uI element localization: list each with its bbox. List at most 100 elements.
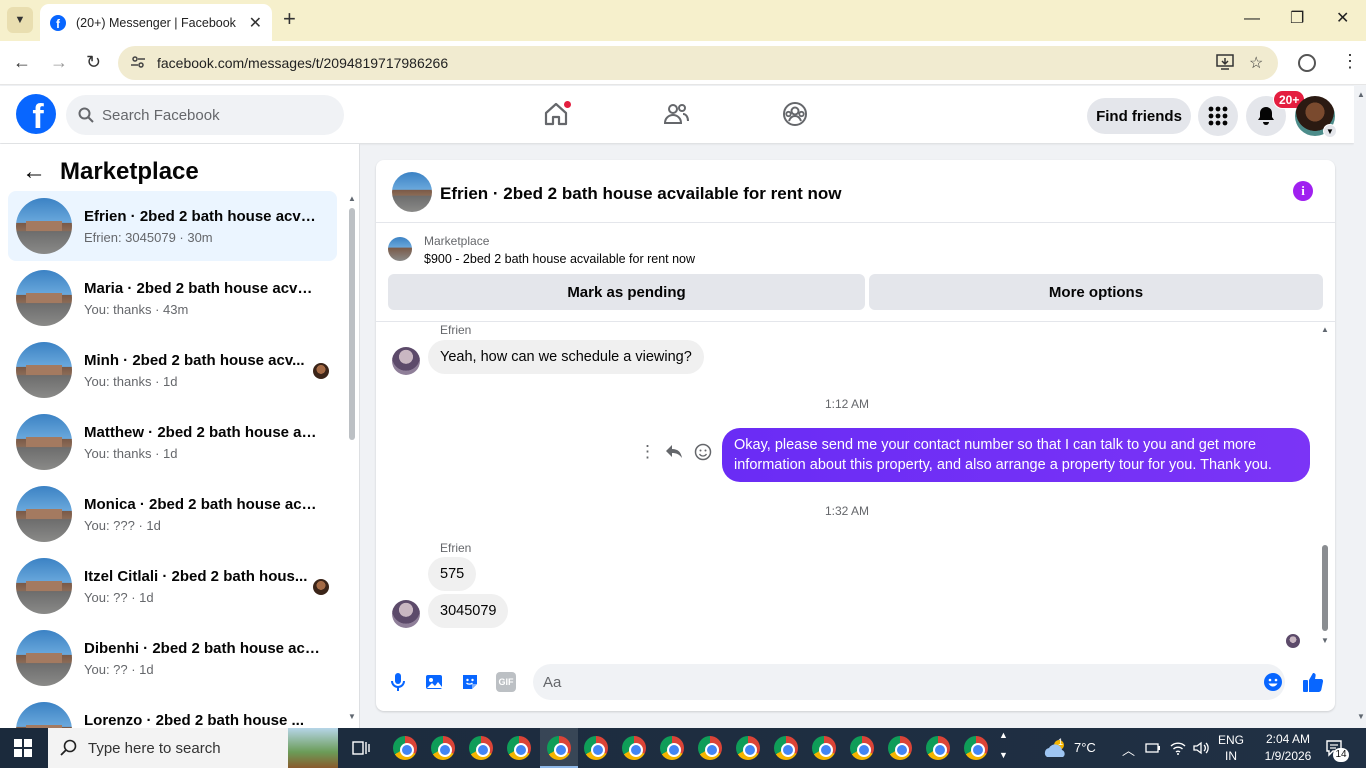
outgoing-message[interactable]: Okay, please send me your contact number… bbox=[722, 428, 1310, 482]
conversation-item[interactable]: Monica · 2bed 2 bath house acv... You: ?… bbox=[8, 479, 337, 549]
address-bar[interactable]: facebook.com/messages/t/2094819717986266… bbox=[118, 46, 1278, 80]
chrome-app-icon[interactable] bbox=[964, 736, 988, 760]
chrome-app-icon[interactable] bbox=[736, 736, 760, 760]
chrome-app-icon[interactable] bbox=[431, 736, 455, 760]
listing-thumbnail[interactable] bbox=[388, 237, 412, 261]
clock-date[interactable]: 1/9/2026 bbox=[1253, 749, 1323, 763]
scroll-down-arrow-icon[interactable]: ▼ bbox=[348, 712, 356, 721]
incoming-message[interactable]: Yeah, how can we schedule a viewing? bbox=[428, 340, 704, 374]
photo-icon[interactable] bbox=[424, 672, 444, 692]
find-friends-button[interactable]: Find friends bbox=[1087, 98, 1191, 134]
temperature[interactable]: 7°C bbox=[1074, 740, 1096, 755]
back-arrow-icon[interactable]: ← bbox=[22, 158, 46, 186]
conversation-item[interactable]: Efrien · 2bed 2 bath house acvail... Efr… bbox=[8, 191, 337, 261]
install-app-icon[interactable] bbox=[1216, 53, 1234, 76]
sender-avatar[interactable] bbox=[392, 347, 420, 375]
chrome-app-icon[interactable] bbox=[622, 736, 646, 760]
more-actions-icon[interactable]: ⋮ bbox=[639, 442, 656, 462]
chrome-app-icon[interactable] bbox=[584, 736, 608, 760]
clock-time[interactable]: 2:04 AM bbox=[1253, 732, 1323, 746]
taskbar-search-box[interactable] bbox=[48, 728, 338, 768]
tab-search-menu-button[interactable]: ▼ bbox=[7, 7, 33, 33]
browser-menu-icon[interactable]: ⋮ bbox=[1341, 52, 1359, 70]
scroll-up-arrow-icon[interactable]: ▲ bbox=[1357, 90, 1365, 99]
reply-icon[interactable] bbox=[665, 442, 683, 465]
sender-avatar[interactable] bbox=[392, 600, 420, 628]
gif-icon[interactable]: GIF bbox=[496, 672, 516, 692]
chat-avatar[interactable] bbox=[392, 172, 432, 212]
chat-title[interactable]: Efrien · 2bed 2 bath house acvailable fo… bbox=[440, 184, 841, 204]
show-hidden-icons-chevron-up-icon[interactable]: ︿ bbox=[1122, 740, 1135, 759]
scroll-up-arrow-icon[interactable]: ▲ bbox=[1321, 325, 1329, 334]
info-icon[interactable]: i bbox=[1293, 181, 1313, 201]
taskbar-search-input[interactable] bbox=[88, 739, 238, 757]
account-avatar[interactable]: ▼ bbox=[1295, 96, 1337, 138]
bookmark-star-icon[interactable]: ☆ bbox=[1249, 53, 1263, 73]
incoming-message[interactable]: 3045079 bbox=[428, 594, 509, 628]
reload-button[interactable]: ↻ bbox=[86, 51, 101, 73]
battery-icon[interactable] bbox=[1145, 741, 1161, 755]
scroll-down-arrow-icon[interactable]: ▼ bbox=[1321, 636, 1329, 645]
conversation-item[interactable]: Minh · 2bed 2 bath house acv... You: tha… bbox=[8, 335, 337, 405]
chrome-app-icon[interactable] bbox=[507, 736, 531, 760]
weather-icon[interactable] bbox=[1042, 737, 1070, 759]
new-tab-button[interactable]: + bbox=[283, 8, 296, 30]
chrome-app-icon[interactable] bbox=[660, 736, 684, 760]
chrome-app-icon[interactable] bbox=[393, 736, 417, 760]
listing-description[interactable]: $900 - 2bed 2 bath house acvailable for … bbox=[424, 252, 695, 266]
tab-close-icon[interactable]: ✕ bbox=[249, 13, 262, 33]
thumbs-up-icon[interactable] bbox=[1302, 671, 1324, 693]
search-input[interactable] bbox=[102, 106, 312, 124]
conversation-item[interactable]: Matthew · 2bed 2 bath house ac... You: t… bbox=[8, 407, 337, 477]
conversation-item[interactable]: Lorenzo · 2bed 2 bath house ... bbox=[8, 695, 337, 728]
sticker-icon[interactable] bbox=[460, 672, 480, 692]
emoji-icon[interactable] bbox=[1263, 672, 1283, 692]
speaker-icon[interactable] bbox=[1192, 740, 1210, 756]
maximize-button[interactable]: ❐ bbox=[1290, 8, 1304, 30]
browser-profile-icon[interactable] bbox=[1298, 54, 1316, 72]
language-indicator[interactable]: ENG bbox=[1216, 733, 1246, 747]
taskbar-overflow-arrows-icon[interactable]: ▲ ▼ bbox=[999, 730, 1008, 760]
chrome-app-icon[interactable] bbox=[774, 736, 798, 760]
site-info-icon[interactable] bbox=[130, 54, 150, 73]
facebook-logo-icon[interactable]: f bbox=[16, 94, 56, 134]
browser-tab[interactable]: f (20+) Messenger | Facebook ✕ bbox=[40, 4, 272, 41]
page-scrollbar[interactable]: ▲ ▼ bbox=[1354, 86, 1366, 728]
windows-start-icon[interactable] bbox=[14, 739, 32, 757]
chrome-app-icon[interactable] bbox=[547, 736, 571, 760]
conversation-item[interactable]: Maria · 2bed 2 bath house acvail... You:… bbox=[8, 263, 337, 333]
scroll-down-arrow-icon[interactable]: ▼ bbox=[1357, 712, 1365, 721]
chrome-app-icon[interactable] bbox=[888, 736, 912, 760]
groups-icon[interactable] bbox=[781, 100, 809, 128]
conversation-list-scrollbar[interactable]: ▲ bbox=[347, 194, 357, 444]
forward-button[interactable]: → bbox=[50, 51, 68, 73]
facebook-search-box[interactable] bbox=[66, 95, 344, 135]
conversation-item[interactable]: Itzel Citlali · 2bed 2 bath hous... You:… bbox=[8, 551, 337, 621]
chrome-app-icon[interactable] bbox=[926, 736, 950, 760]
menu-grid-button[interactable] bbox=[1198, 96, 1238, 136]
chrome-app-icon[interactable] bbox=[812, 736, 836, 760]
react-emoji-icon[interactable] bbox=[694, 443, 712, 466]
incoming-message[interactable]: 575 bbox=[428, 557, 477, 591]
mark-as-pending-button[interactable]: Mark as pending bbox=[388, 274, 865, 310]
chrome-app-icon[interactable] bbox=[698, 736, 722, 760]
url-text[interactable]: facebook.com/messages/t/2094819717986266 bbox=[157, 55, 448, 71]
chrome-app-icon[interactable] bbox=[850, 736, 874, 760]
minimize-button[interactable]: — bbox=[1244, 8, 1260, 30]
scrollbar-thumb[interactable] bbox=[349, 208, 355, 440]
conversation-item[interactable]: Dibenhi · 2bed 2 bath house acv... You: … bbox=[8, 623, 337, 693]
back-button[interactable]: ← bbox=[13, 51, 31, 73]
message-input[interactable] bbox=[543, 673, 1243, 691]
chrome-app-icon[interactable] bbox=[469, 736, 493, 760]
wifi-icon[interactable] bbox=[1170, 740, 1186, 756]
message-thread-scrollbar[interactable]: ▲ ▼ bbox=[1320, 325, 1330, 645]
close-window-button[interactable]: ✕ bbox=[1336, 8, 1349, 30]
more-options-button[interactable]: More options bbox=[869, 274, 1323, 310]
task-view-icon[interactable] bbox=[352, 739, 370, 757]
scrollbar-thumb[interactable] bbox=[1322, 545, 1328, 631]
region-indicator[interactable]: IN bbox=[1216, 749, 1246, 763]
message-input-field[interactable] bbox=[533, 664, 1285, 700]
scroll-up-arrow-icon[interactable]: ▲ bbox=[348, 194, 356, 203]
microphone-icon[interactable] bbox=[388, 672, 408, 692]
friends-icon[interactable] bbox=[662, 100, 690, 128]
